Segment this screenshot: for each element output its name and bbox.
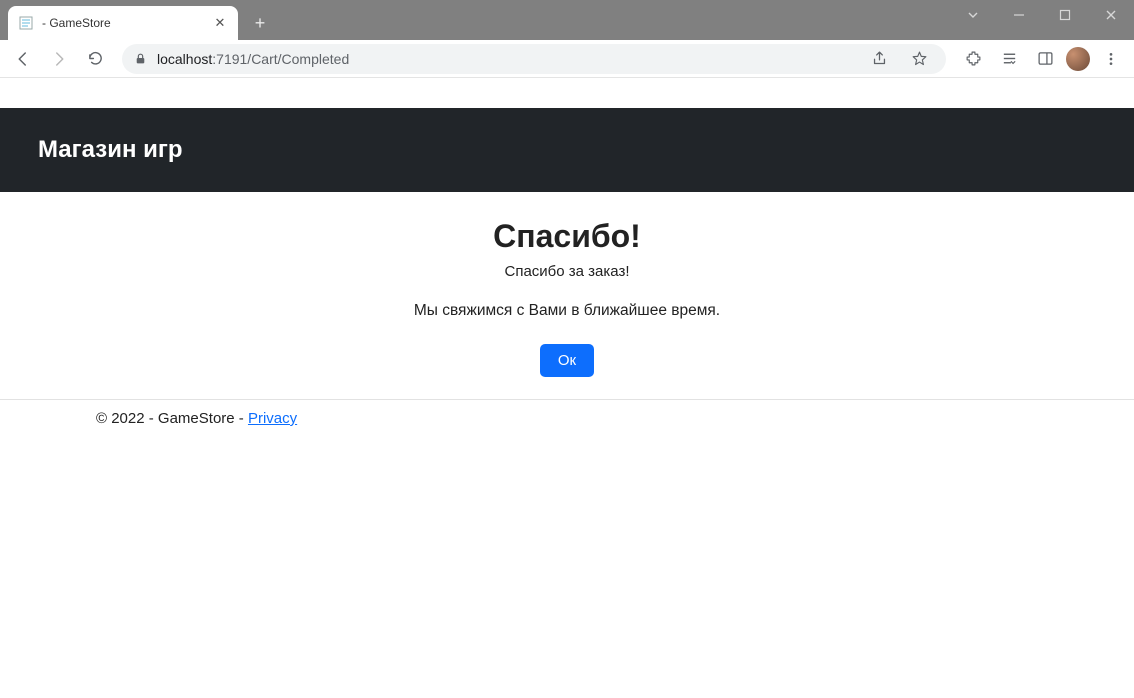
footer-text: © 2022 - GameStore - [96, 410, 248, 427]
tab-favicon-icon [18, 15, 34, 31]
thank-you-subtitle: Спасибо за заказ! [0, 263, 1134, 280]
star-icon[interactable] [904, 44, 934, 74]
url-host: localhost [157, 51, 212, 67]
tab-title: - GameStore [42, 16, 212, 30]
profile-avatar[interactable] [1066, 47, 1090, 71]
ok-button[interactable]: Ок [540, 344, 594, 377]
lock-icon [134, 52, 147, 65]
footer: © 2022 - GameStore - Privacy [0, 399, 1134, 427]
browser-toolbar: localhost:7191/Cart/Completed [0, 40, 1134, 78]
forward-button[interactable] [44, 44, 74, 74]
browser-tab[interactable]: - GameStore ✕ [8, 6, 238, 40]
navbar-brand[interactable]: Магазин игр [38, 136, 183, 164]
share-icon[interactable] [864, 44, 894, 74]
window-controls [950, 0, 1134, 30]
thank-you-heading: Спасибо! [0, 218, 1134, 255]
window-maximize-icon[interactable] [1042, 0, 1088, 30]
site-navbar: Магазин игр [0, 108, 1134, 192]
address-bar[interactable]: localhost:7191/Cart/Completed [122, 44, 946, 74]
reload-button[interactable] [80, 44, 110, 74]
main-content: Спасибо! Спасибо за заказ! Мы свяжимся с… [0, 192, 1134, 377]
menu-icon[interactable] [1096, 44, 1126, 74]
tab-close-icon[interactable]: ✕ [212, 15, 228, 31]
page-viewport: Магазин игр Спасибо! Спасибо за заказ! М… [0, 78, 1134, 427]
window-dropdown-icon[interactable] [950, 0, 996, 30]
privacy-link[interactable]: Privacy [248, 410, 297, 427]
window-close-icon[interactable] [1088, 0, 1134, 30]
window-minimize-icon[interactable] [996, 0, 1042, 30]
new-tab-button[interactable]: + [246, 9, 274, 37]
browser-tab-strip: - GameStore ✕ + [0, 0, 1134, 40]
url-path: :7191/Cart/Completed [212, 51, 349, 67]
side-panel-icon[interactable] [1030, 44, 1060, 74]
back-button[interactable] [8, 44, 38, 74]
extensions-icon[interactable] [958, 44, 988, 74]
contact-message: Мы свяжимся с Вами в ближайшее время. [0, 302, 1134, 320]
url-text: localhost:7191/Cart/Completed [157, 51, 854, 67]
spacer [0, 78, 1134, 108]
reading-list-icon[interactable] [994, 44, 1024, 74]
